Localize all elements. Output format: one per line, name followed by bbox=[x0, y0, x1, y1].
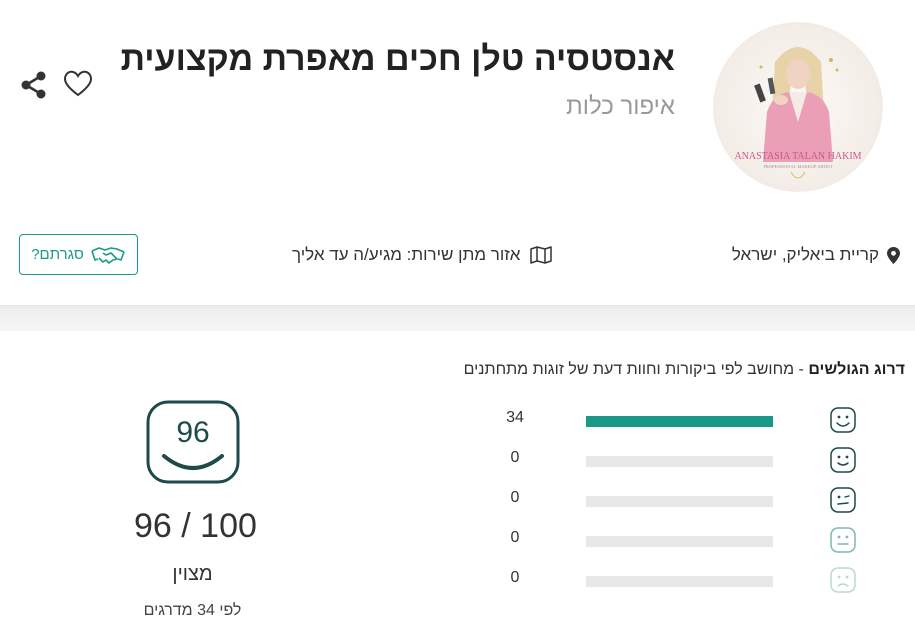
section-divider bbox=[0, 305, 915, 331]
map-pin-icon bbox=[887, 246, 900, 264]
score-badge-value: 96 bbox=[176, 416, 209, 449]
heart-icon[interactable] bbox=[62, 68, 94, 98]
rating-row-count: 0 bbox=[510, 449, 520, 466]
rating-heading-bold: דרוג הגולשים bbox=[808, 361, 905, 378]
rating-row: 34 bbox=[470, 405, 870, 435]
rating-heading: דרוג הגולשים - מחושב לפי ביקורות וחוות ד… bbox=[464, 361, 905, 379]
rating-row-bar-fill bbox=[586, 416, 773, 427]
rating-row-bar bbox=[586, 536, 773, 547]
rating-row-count: 34 bbox=[506, 409, 524, 426]
rating-row-bar bbox=[586, 576, 773, 587]
score-total: 96 / 100 bbox=[134, 507, 257, 545]
location-text: קריית ביאליק, ישראל bbox=[731, 245, 879, 264]
rating-row-bar bbox=[586, 416, 773, 427]
rating-row: 0 bbox=[470, 565, 870, 595]
rating-row-count: 0 bbox=[510, 569, 520, 586]
service-area-text: אזור מתן שירות: מגיע/ה עד אליך bbox=[292, 245, 521, 264]
happy-face-icon bbox=[830, 447, 856, 473]
vendor-logo: ANASTASIA TALAN HAKIM PROFESSIONAL MAKEU… bbox=[713, 22, 883, 192]
share-icon[interactable] bbox=[20, 70, 48, 100]
vendor-location: קריית ביאליק, ישראל bbox=[732, 245, 900, 265]
rating-row: 0 bbox=[470, 485, 870, 515]
vendor-header: ANASTASIA TALAN HAKIM PROFESSIONAL MAKEU… bbox=[0, 0, 915, 305]
vendor-category: איפור כלות bbox=[566, 93, 675, 120]
neutral-face-icon bbox=[830, 527, 856, 553]
rating-row-bar bbox=[586, 496, 773, 507]
service-area: אזור מתן שירות: מגיע/ה עד אליך bbox=[292, 245, 553, 265]
sad-face-icon bbox=[830, 567, 856, 593]
score-count: לפי 34 מדרגים bbox=[143, 602, 242, 619]
closed-deal-label: סגרתם? bbox=[31, 246, 84, 263]
handshake-icon bbox=[91, 246, 125, 264]
logo-subtext: PROFESSIONAL MAKEUP ARTIST bbox=[763, 164, 832, 169]
rating-row: 0 bbox=[470, 525, 870, 555]
rating-heading-rest: - מחושב לפי ביקורות וחוות דעת של זוגות מ… bbox=[463, 361, 809, 378]
closed-deal-button[interactable]: סגרתם? bbox=[19, 234, 138, 275]
logo-text: ANASTASIA TALAN HAKIM bbox=[734, 151, 861, 162]
very-happy-face-icon bbox=[830, 407, 856, 433]
map-icon bbox=[530, 246, 553, 264]
rating-row-count: 0 bbox=[510, 529, 520, 546]
winking-face-icon bbox=[830, 487, 856, 513]
rating-row-count: 0 bbox=[510, 489, 520, 506]
vendor-name: אנסטסיה טלן חכים מאפרת מקצועית bbox=[120, 40, 675, 78]
rating-row: 0 bbox=[470, 445, 870, 475]
score-badge: 96 bbox=[146, 400, 240, 484]
score-word: מצוין bbox=[172, 563, 213, 585]
rating-row-bar bbox=[586, 456, 773, 467]
